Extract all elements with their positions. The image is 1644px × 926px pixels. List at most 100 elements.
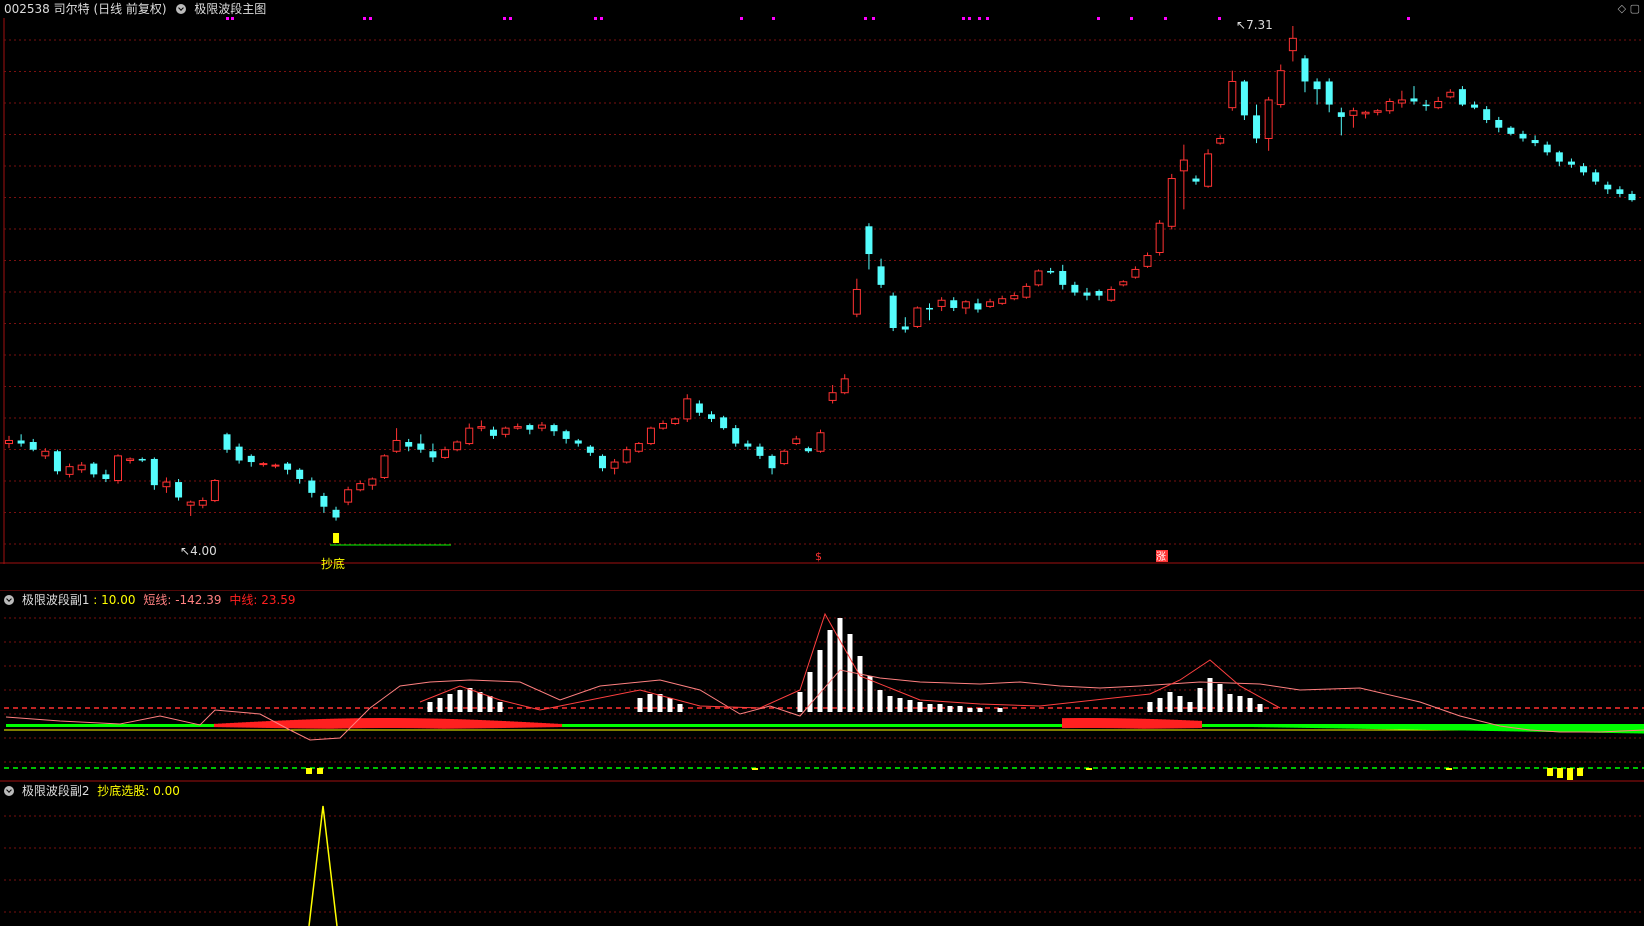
yellow-bar <box>306 768 312 774</box>
candle-body-up <box>513 426 522 429</box>
band-segment <box>374 718 378 729</box>
band-segment <box>1110 718 1114 729</box>
candle-body-down <box>150 458 158 486</box>
candle-body-up <box>1167 178 1176 227</box>
candle-body-down <box>247 455 255 463</box>
band-segment <box>1094 718 1098 729</box>
candle-body-down <box>53 451 61 472</box>
high-value-text: 7.31 <box>1246 18 1273 32</box>
band-segment <box>874 724 878 727</box>
band-segment <box>186 724 190 727</box>
band-segment <box>1054 724 1058 727</box>
band-segment <box>538 722 542 728</box>
histogram-bar <box>897 698 903 712</box>
band-segment <box>362 718 366 729</box>
band-segment <box>1254 724 1258 728</box>
band-segment <box>1482 724 1486 731</box>
candle-body-down <box>1604 184 1612 190</box>
signal-dot <box>968 17 971 20</box>
band-segment <box>1066 718 1070 729</box>
pick-signal-chart[interactable] <box>0 782 1644 926</box>
band-segment <box>838 724 842 727</box>
band-segment <box>1106 718 1110 729</box>
histogram-bar <box>677 704 683 712</box>
band-segment <box>18 724 22 727</box>
candle-body-down <box>284 463 292 470</box>
band-segment <box>430 718 434 729</box>
band-segment <box>1490 724 1494 731</box>
candle-body-down <box>889 295 897 328</box>
candle-body-down <box>1580 166 1588 173</box>
band-segment <box>1190 720 1194 729</box>
band-segment <box>26 724 30 727</box>
candle-body-down <box>1567 161 1575 165</box>
oscillator-chart[interactable] <box>0 590 1644 782</box>
band-segment <box>578 724 582 727</box>
candle-body-up <box>646 427 655 445</box>
candle-body-up <box>1264 99 1273 139</box>
band-segment <box>1446 724 1450 731</box>
band-segment <box>1198 720 1202 729</box>
band-segment <box>366 718 370 729</box>
band-segment <box>174 724 178 727</box>
candle-body-up <box>683 398 692 420</box>
histogram-bar <box>1197 688 1203 712</box>
band-segment <box>958 724 962 727</box>
band-segment <box>1178 719 1182 729</box>
band-segment <box>1406 724 1410 730</box>
histogram-bar <box>817 650 823 712</box>
band-segment <box>1334 724 1338 729</box>
candle-body-down <box>1422 104 1430 107</box>
band-segment <box>546 723 550 728</box>
band-segment <box>1130 718 1134 729</box>
band-segment <box>1306 724 1310 728</box>
candle-body-down <box>308 480 316 493</box>
band-segment <box>654 724 658 727</box>
band-segment <box>106 724 110 727</box>
band-segment <box>1202 724 1206 727</box>
band-segment <box>502 721 506 728</box>
candle-body-up <box>671 418 680 425</box>
band-segment <box>114 724 118 727</box>
candle-body-up <box>1022 285 1031 298</box>
band-segment <box>898 724 902 727</box>
band-segment <box>266 721 270 728</box>
band-segment <box>602 724 606 727</box>
band-segment <box>1246 724 1250 727</box>
band-segment <box>982 724 986 727</box>
histogram-bar <box>977 708 983 712</box>
candle-body-down <box>707 414 715 419</box>
band-segment <box>890 724 894 727</box>
band-segment <box>638 724 642 727</box>
signal-dot <box>226 17 229 20</box>
candle-body-up <box>961 301 970 309</box>
candle-body-up <box>380 455 389 478</box>
candle-body-down <box>526 425 534 430</box>
main-chart-pane[interactable]: 002538 司尔特 (日线 前复权) 极限波段主图 ◇ ▢ $ 涨 ↖7.31 … <box>0 0 1644 571</box>
band-segment <box>934 724 938 727</box>
signal-dot <box>772 17 775 20</box>
sub-chart-2-pane[interactable]: 极限波段副2 抄底选股: 0.00 <box>0 782 1644 926</box>
histogram-bar <box>1167 692 1173 712</box>
yellow-bar <box>1557 768 1563 778</box>
band-segment <box>1062 718 1066 729</box>
band-segment <box>126 724 130 727</box>
band-segment <box>1594 724 1598 733</box>
histogram-bar <box>887 696 893 712</box>
band-segment <box>434 718 438 729</box>
band-segment <box>802 724 806 727</box>
yellow-bar <box>1547 768 1553 776</box>
band-segment <box>902 724 906 727</box>
band-segment <box>466 719 470 729</box>
sub-chart-1-pane[interactable]: 极限波段副1 : 10.00 短线: -142.39 中线: 23.59 <box>0 590 1644 782</box>
candle-body-up <box>441 449 450 458</box>
candle-body-up <box>356 483 365 491</box>
band-segment <box>850 724 854 727</box>
band-segment <box>598 724 602 727</box>
histogram-bar <box>647 694 653 712</box>
band-segment <box>1238 724 1242 727</box>
signal-dot <box>986 17 989 20</box>
candlestick-chart[interactable]: $ 涨 <box>0 0 1644 564</box>
band-segment <box>238 722 242 728</box>
band-segment <box>1586 724 1590 733</box>
